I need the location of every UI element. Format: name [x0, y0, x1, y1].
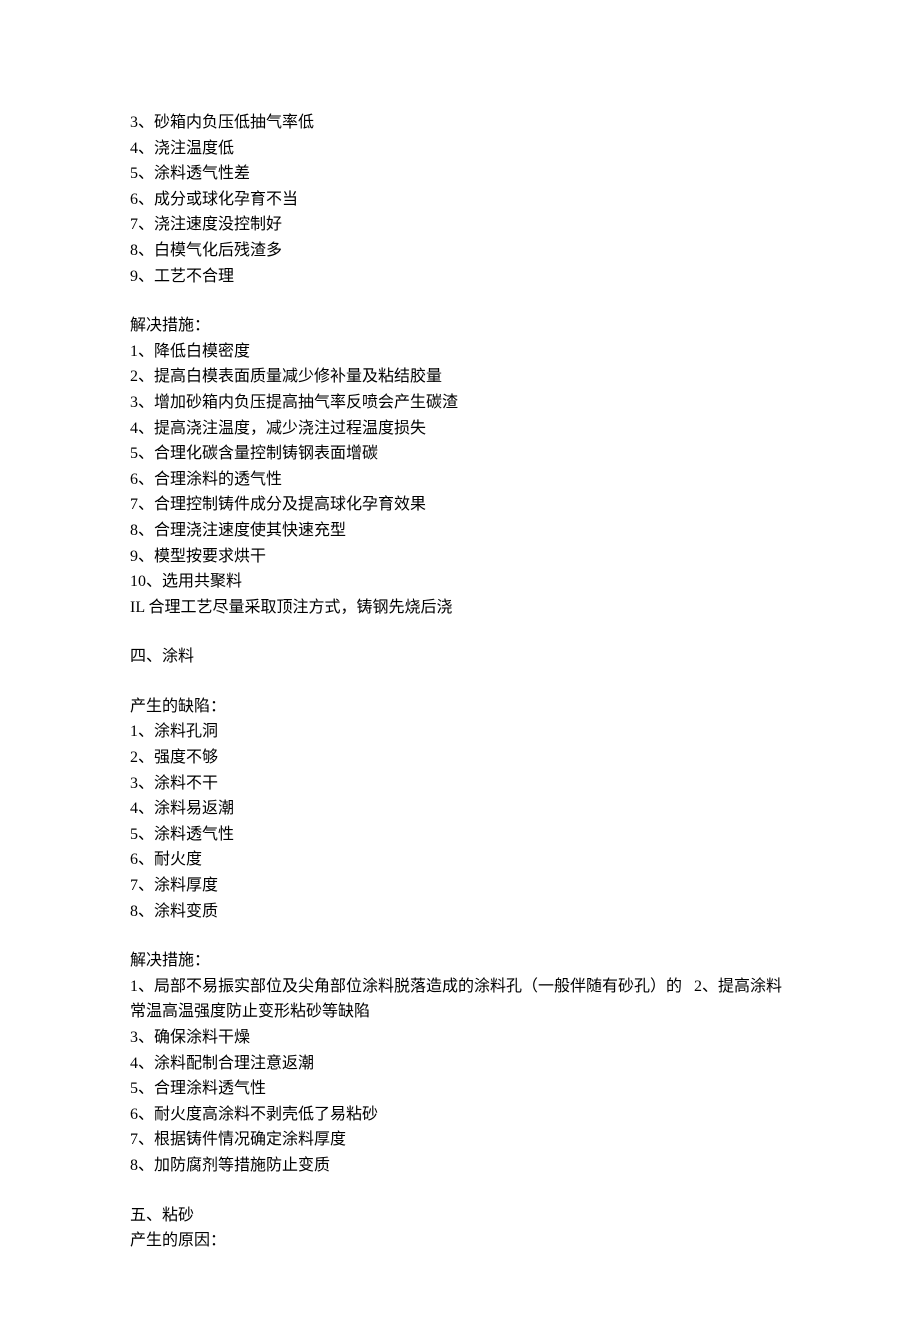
- section-heading: 解决措施：: [130, 313, 790, 339]
- section-five: 五、粘砂 产生的原因：: [130, 1203, 790, 1254]
- section-heading: 四、涂料: [130, 644, 790, 670]
- list-item: IL 合理工艺尽量采取顶注方式，铸钢先烧后浇: [130, 595, 790, 621]
- section-heading: 产生的缺陷：: [130, 694, 790, 720]
- list-item: 6、合理涂料的透气性: [130, 467, 790, 493]
- list-item: 9、模型按要求烘干: [130, 544, 790, 570]
- list-item: 1、涂料孔洞: [130, 719, 790, 745]
- list-item: 7、涂料厚度: [130, 873, 790, 899]
- section-subheading: 产生的原因：: [130, 1228, 790, 1254]
- list-item: 9、工艺不合理: [130, 264, 790, 290]
- list-item: 2、强度不够: [130, 745, 790, 771]
- list-item: 7、根据铸件情况确定涂料厚度: [130, 1127, 790, 1153]
- list-item: 1、降低白模密度: [130, 339, 790, 365]
- list-item: 4、涂料易返潮: [130, 796, 790, 822]
- list-item: 5、涂料透气性差: [130, 161, 790, 187]
- list-item: 3、确保涂料干燥: [130, 1025, 790, 1051]
- list-item: 3、砂箱内负压低抽气率低: [130, 110, 790, 136]
- defect-section: 产生的缺陷： 1、涂料孔洞 2、强度不够 3、涂料不干 4、涂料易返潮 5、涂料…: [130, 694, 790, 924]
- list-item-part: 2、提高涂料: [694, 978, 782, 995]
- list-item: 8、白模气化后残渣多: [130, 238, 790, 264]
- list-item: 4、浇注温度低: [130, 136, 790, 162]
- list-item: 10、选用共聚料: [130, 569, 790, 595]
- reason-list-continued: 3、砂箱内负压低抽气率低 4、浇注温度低 5、涂料透气性差 6、成分或球化孕育不…: [130, 110, 790, 289]
- list-item: 7、浇注速度没控制好: [130, 212, 790, 238]
- list-item: 5、合理涂料透气性: [130, 1076, 790, 1102]
- list-item: 2、提高白模表面质量减少修补量及粘结胶量: [130, 364, 790, 390]
- section-four: 四、涂料: [130, 644, 790, 670]
- wrapped-line: 1、局部不易振实部位及尖角部位涂料脱落造成的涂料孔（一般伴随有砂孔）的 2、提高…: [130, 974, 790, 1000]
- list-item: 6、成分或球化孕育不当: [130, 187, 790, 213]
- list-item: 4、涂料配制合理注意返潮: [130, 1051, 790, 1077]
- list-item: 8、加防腐剂等措施防止变质: [130, 1153, 790, 1179]
- list-item: 4、提高浇注温度，减少浇注过程温度损失: [130, 416, 790, 442]
- solution-section-two: 解决措施： 1、局部不易振实部位及尖角部位涂料脱落造成的涂料孔（一般伴随有砂孔）…: [130, 948, 790, 1178]
- list-item: 5、涂料透气性: [130, 822, 790, 848]
- list-item: 8、涂料变质: [130, 899, 790, 925]
- solution-section: 解决措施： 1、降低白模密度 2、提高白模表面质量减少修补量及粘结胶量 3、增加…: [130, 313, 790, 620]
- list-item-part: 1、局部不易振实部位及尖角部位涂料脱落造成的涂料孔（一般伴随有砂孔）的: [130, 978, 682, 995]
- section-heading: 五、粘砂: [130, 1203, 790, 1229]
- list-item: 6、耐火度高涂料不剥壳低了易粘砂: [130, 1102, 790, 1128]
- list-item: 8、合理浇注速度使其快速充型: [130, 518, 790, 544]
- list-item-continuation: 常温高温强度防止变形粘砂等缺陷: [130, 999, 790, 1025]
- list-item: 5、合理化碳含量控制铸钢表面增碳: [130, 441, 790, 467]
- list-item: 3、涂料不干: [130, 771, 790, 797]
- list-item: 7、合理控制铸件成分及提高球化孕育效果: [130, 492, 790, 518]
- list-item: 3、增加砂箱内负压提高抽气率反喷会产生碳渣: [130, 390, 790, 416]
- section-heading: 解决措施：: [130, 948, 790, 974]
- list-item: 6、耐火度: [130, 847, 790, 873]
